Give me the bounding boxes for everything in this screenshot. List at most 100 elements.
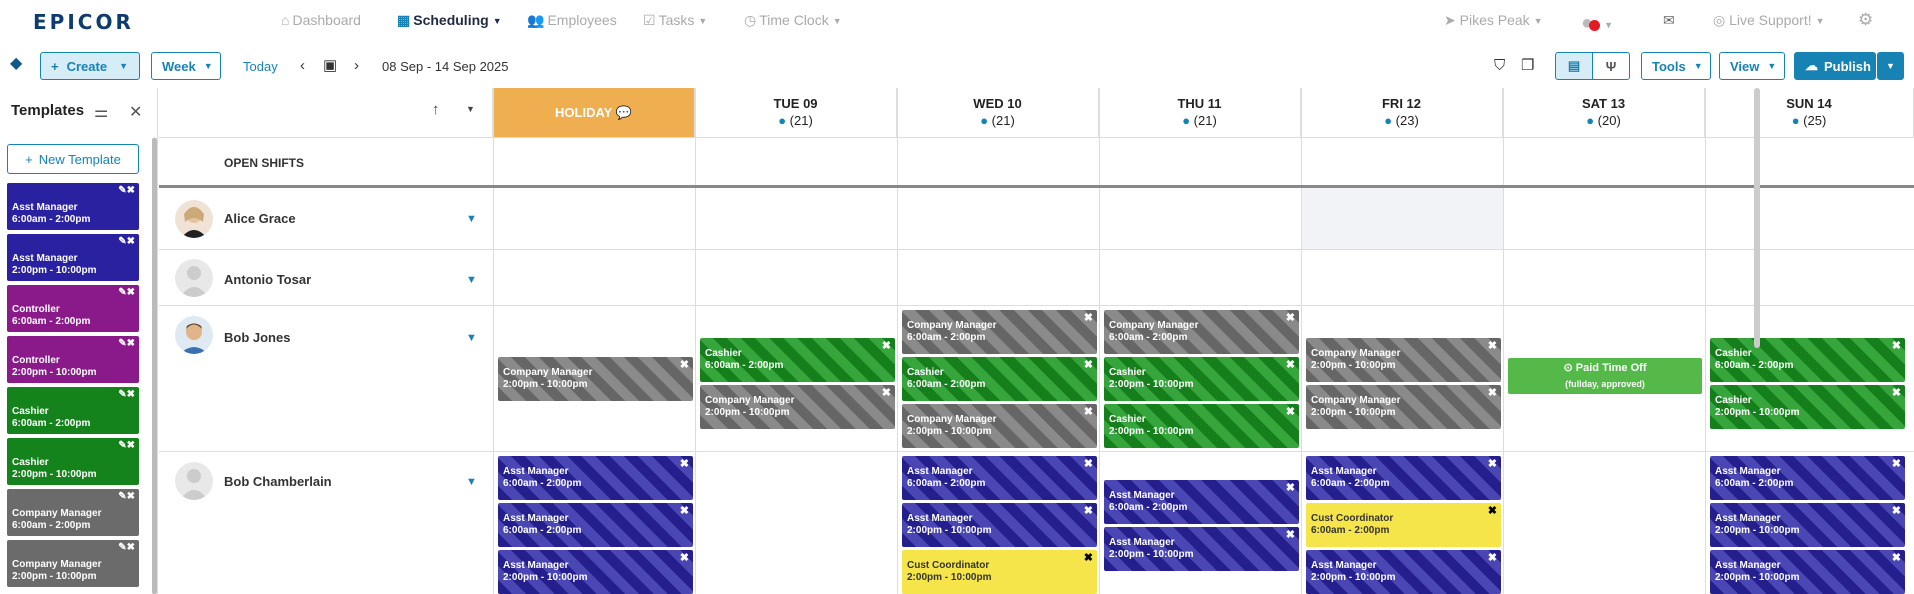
- briefcase-view-button[interactable]: ▤: [1555, 52, 1593, 80]
- shift-card[interactable]: ✖ Cust Coordinator 6:00am - 2:00pm: [1306, 503, 1501, 547]
- close-icon[interactable]: ✖: [1892, 458, 1901, 470]
- live-support[interactable]: ◎ Live Support! ▼: [1713, 12, 1825, 29]
- day-header[interactable]: THU 11 ● (21): [1099, 88, 1301, 138]
- edit-delete-icons[interactable]: ✎✖: [118, 236, 135, 248]
- publish-options-button[interactable]: ▼: [1877, 52, 1904, 80]
- shift-card[interactable]: ✖ Company Manager 2:00pm - 10:00pm: [902, 404, 1097, 448]
- shift-card[interactable]: ✖ Asst Manager 6:00am - 2:00pm: [1710, 456, 1905, 500]
- close-icon[interactable]: ✖: [1084, 359, 1093, 371]
- close-icon[interactable]: ✖: [1488, 387, 1497, 399]
- shift-card[interactable]: ✖ Cashier 6:00am - 2:00pm: [902, 357, 1097, 401]
- edit-delete-icons[interactable]: ✎✖: [118, 542, 135, 554]
- close-icon[interactable]: ✖: [1286, 406, 1295, 418]
- paid-time-off-card[interactable]: ⊙ Paid Time Off (fullday, approved): [1508, 358, 1702, 394]
- close-icon[interactable]: ✖: [680, 505, 689, 517]
- nav-employees[interactable]: 👥 Employees: [527, 12, 617, 29]
- employee-name[interactable]: Alice Grace: [224, 211, 296, 226]
- shift-card[interactable]: ✖ Cashier 2:00pm - 10:00pm: [1104, 357, 1299, 401]
- nav-tasks[interactable]: ☑ Tasks ▼: [643, 12, 707, 29]
- shift-card[interactable]: ✖ Asst Manager 6:00am - 2:00pm: [1306, 456, 1501, 500]
- sliders-icon[interactable]: ⚌: [94, 102, 108, 122]
- edit-delete-icons[interactable]: ✎✖: [118, 491, 135, 503]
- grid-scrollbar[interactable]: [1754, 88, 1760, 348]
- close-icon[interactable]: ✖: [1286, 359, 1295, 371]
- close-icon[interactable]: ✖: [1084, 505, 1093, 517]
- chevron-down-icon[interactable]: ▼: [466, 213, 477, 225]
- close-icon[interactable]: ✖: [1286, 312, 1295, 324]
- shift-card[interactable]: ✖ Company Manager 2:00pm - 10:00pm: [498, 357, 693, 401]
- copy-icon[interactable]: ❐: [1521, 56, 1534, 74]
- close-icon[interactable]: ✖: [1286, 482, 1295, 494]
- edit-delete-icons[interactable]: ✎✖: [118, 338, 135, 350]
- edit-delete-icons[interactable]: ✎✖: [118, 389, 135, 401]
- edit-delete-icons[interactable]: ✎✖: [118, 287, 135, 299]
- calendar-picker-icon[interactable]: ▣: [323, 56, 337, 74]
- close-icon[interactable]: ✖: [680, 458, 689, 470]
- edit-delete-icons[interactable]: ✎✖: [118, 440, 135, 452]
- sort-arrow-icon[interactable]: ↑: [432, 101, 440, 118]
- chevron-down-icon[interactable]: ▼: [466, 104, 475, 114]
- template-item[interactable]: ✎✖ Company Manager 6:00am - 2:00pm: [7, 489, 139, 536]
- template-item[interactable]: ✎✖ Asst Manager 2:00pm - 10:00pm: [7, 234, 139, 281]
- template-item[interactable]: ✎✖ Controller 2:00pm - 10:00pm: [7, 336, 139, 383]
- create-button[interactable]: + Create ▼: [40, 52, 140, 80]
- shift-card[interactable]: ✖ Cashier 6:00am - 2:00pm: [700, 338, 895, 382]
- shift-card[interactable]: ✖ Asst Manager 6:00am - 2:00pm: [498, 456, 693, 500]
- template-item[interactable]: ✎✖ Cashier 2:00pm - 10:00pm: [7, 438, 139, 485]
- view-dropdown[interactable]: View ▼: [1719, 52, 1785, 80]
- week-dropdown[interactable]: Week ▼: [151, 52, 221, 80]
- nav-scheduling[interactable]: ▦ Scheduling ▼: [397, 12, 502, 29]
- filter-icon[interactable]: ⛉: [1494, 57, 1505, 74]
- day-header[interactable]: FRI 12 ● (23): [1301, 88, 1503, 138]
- next-week-button[interactable]: ›: [354, 57, 359, 74]
- template-item[interactable]: ✎✖ Asst Manager 6:00am - 2:00pm: [7, 183, 139, 230]
- close-icon[interactable]: ✖: [1892, 340, 1901, 352]
- shift-card[interactable]: ✖ Company Manager 6:00am - 2:00pm: [902, 310, 1097, 354]
- shift-card[interactable]: ✖ Cust Coordinator 2:00pm - 10:00pm: [902, 550, 1097, 594]
- chevron-down-icon[interactable]: ▼: [466, 274, 477, 286]
- shift-card[interactable]: ✖ Asst Manager 2:00pm - 10:00pm: [1104, 527, 1299, 571]
- shift-card[interactable]: ✖ Asst Manager 2:00pm - 10:00pm: [902, 503, 1097, 547]
- close-icon[interactable]: ✖: [1892, 387, 1901, 399]
- publish-button[interactable]: ☁ Publish: [1794, 52, 1876, 80]
- close-icon[interactable]: ✖: [1488, 340, 1497, 352]
- shift-card[interactable]: ✖ Company Manager 2:00pm - 10:00pm: [1306, 385, 1501, 429]
- nav-time-clock[interactable]: ◷ Time Clock ▼: [744, 12, 842, 29]
- tag-icon[interactable]: ◆: [10, 53, 22, 73]
- close-icon[interactable]: ✖: [1892, 552, 1901, 564]
- close-icon[interactable]: ✖: [1488, 458, 1497, 470]
- template-item[interactable]: ✎✖ Cashier 6:00am - 2:00pm: [7, 387, 139, 434]
- new-template-button[interactable]: + New Template: [7, 144, 139, 174]
- location-selector[interactable]: ➤ Pikes Peak ▼: [1444, 12, 1543, 29]
- close-icon[interactable]: ✖: [1892, 505, 1901, 517]
- shift-card[interactable]: ✖ Asst Manager 6:00am - 2:00pm: [498, 503, 693, 547]
- shift-card[interactable]: ✖ Asst Manager 6:00am - 2:00pm: [1104, 480, 1299, 524]
- tools-dropdown[interactable]: Tools ▼: [1641, 52, 1711, 80]
- day-header-holiday[interactable]: HOLIDAY 💬: [493, 88, 695, 138]
- sidebar-scrollbar[interactable]: [152, 138, 157, 594]
- close-icon[interactable]: ✖: [680, 552, 689, 564]
- shift-card[interactable]: ✖ Asst Manager 2:00pm - 10:00pm: [1710, 550, 1905, 594]
- shift-card[interactable]: ✖ Asst Manager 6:00am - 2:00pm: [902, 456, 1097, 500]
- shift-card[interactable]: ✖ Asst Manager 2:00pm - 10:00pm: [1710, 503, 1905, 547]
- close-icon[interactable]: ✖: [882, 387, 891, 399]
- day-header[interactable]: TUE 09 ● (21): [695, 88, 897, 138]
- chevron-down-icon[interactable]: ▼: [466, 332, 477, 344]
- day-header[interactable]: WED 10 ● (21): [897, 88, 1099, 138]
- prev-week-button[interactable]: ‹: [300, 57, 305, 74]
- close-icon[interactable]: ✖: [1084, 312, 1093, 324]
- shift-card[interactable]: ✖ Company Manager 2:00pm - 10:00pm: [1306, 338, 1501, 382]
- close-icon[interactable]: ✖: [680, 359, 689, 371]
- employee-name[interactable]: Bob Chamberlain: [224, 474, 332, 489]
- nav-dashboard[interactable]: ⌂ Dashboard: [281, 12, 361, 28]
- close-icon[interactable]: ✖: [1084, 552, 1093, 564]
- close-icon[interactable]: ✖: [882, 340, 891, 352]
- close-icon[interactable]: ✖: [1286, 529, 1295, 541]
- employee-name[interactable]: Antonio Tosar: [224, 272, 311, 287]
- close-icon[interactable]: ✖: [1084, 458, 1093, 470]
- shift-card[interactable]: ✖ Cashier 2:00pm - 10:00pm: [1710, 385, 1905, 429]
- template-item[interactable]: ✎✖ Company Manager 2:00pm - 10:00pm: [7, 540, 139, 587]
- shift-card[interactable]: ✖ Company Manager 6:00am - 2:00pm: [1104, 310, 1299, 354]
- close-icon[interactable]: ✖: [1488, 552, 1497, 564]
- shift-card[interactable]: ✖ Asst Manager 2:00pm - 10:00pm: [498, 550, 693, 594]
